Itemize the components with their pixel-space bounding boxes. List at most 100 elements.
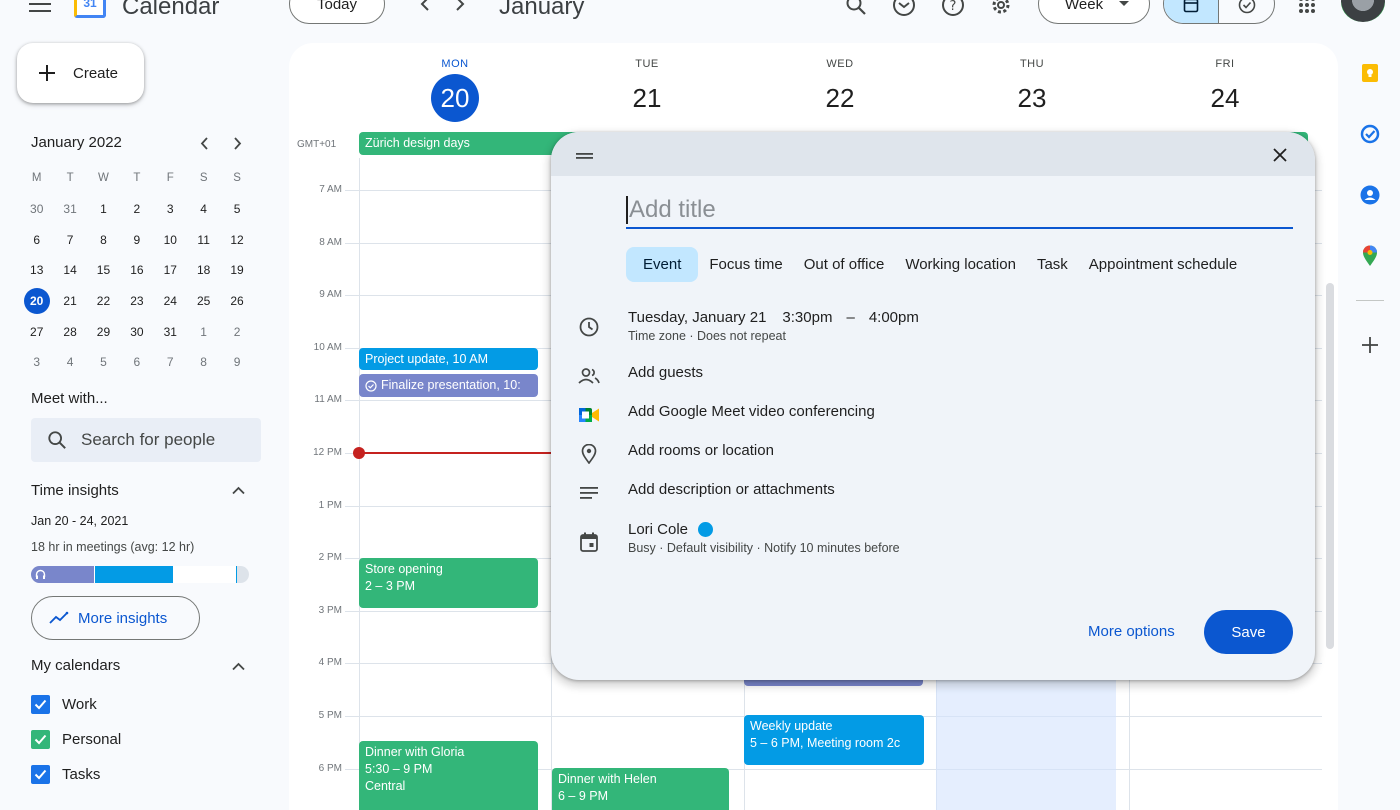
main-menu-icon[interactable] xyxy=(28,0,52,16)
my-calendars-collapse-chevron-icon[interactable] xyxy=(229,657,247,675)
mini-cal-day[interactable]: 13 xyxy=(20,263,53,277)
save-button[interactable]: Save xyxy=(1204,610,1293,654)
mini-cal-day[interactable]: 3 xyxy=(20,355,53,369)
add-meet-row[interactable]: Add Google Meet video conferencing xyxy=(577,403,875,427)
drag-handle-icon[interactable] xyxy=(576,152,593,160)
mini-cal-day[interactable]: 26 xyxy=(220,294,253,308)
event-project-update[interactable]: Project update, 10 AM xyxy=(359,348,538,370)
mini-cal-day[interactable]: 27 xyxy=(20,325,53,339)
mini-cal-day[interactable]: 28 xyxy=(53,325,86,339)
mini-cal-day[interactable]: 16 xyxy=(120,263,153,277)
apps-grid-icon[interactable] xyxy=(1296,0,1318,16)
mini-cal-day[interactable]: 10 xyxy=(154,233,187,247)
calendar-checkbox[interactable] xyxy=(31,695,50,714)
event-title-input[interactable]: Add title xyxy=(626,192,1293,229)
search-people-input[interactable]: Search for people xyxy=(31,418,261,462)
event-type-tab[interactable]: Focus time xyxy=(699,247,792,282)
mini-cal-day[interactable]: 11 xyxy=(187,233,220,247)
event-dinner-gloria[interactable]: Dinner with Gloria 5:30 – 9 PM Central xyxy=(359,741,538,810)
event-type-tab[interactable]: Event xyxy=(626,247,699,282)
close-icon[interactable] xyxy=(1273,148,1289,164)
mini-cal-day[interactable]: 9 xyxy=(120,233,153,247)
calendar-checkbox[interactable] xyxy=(31,765,50,784)
mini-cal-day[interactable]: 3 xyxy=(154,202,187,216)
calendar-view-button[interactable] xyxy=(1164,0,1220,23)
event-start-time[interactable]: 3:30pm xyxy=(782,309,832,326)
mini-cal-day[interactable]: 1 xyxy=(187,325,220,339)
time-insights-collapse-chevron-icon[interactable] xyxy=(229,481,247,499)
mini-cal-day[interactable]: 30 xyxy=(120,325,153,339)
mini-cal-day[interactable]: 17 xyxy=(154,263,187,277)
mini-cal-day[interactable]: 15 xyxy=(87,263,120,277)
mini-cal-day[interactable]: 31 xyxy=(154,325,187,339)
mini-cal-prev-chevron-icon[interactable] xyxy=(195,134,213,152)
create-button[interactable]: Create xyxy=(17,43,144,103)
day-number[interactable]: 23 xyxy=(1008,74,1056,122)
day-header[interactable]: MON 20 xyxy=(359,43,551,122)
mini-cal-day[interactable]: 21 xyxy=(53,294,86,308)
mini-cal-day[interactable]: 2 xyxy=(120,202,153,216)
mini-cal-day[interactable]: 30 xyxy=(20,202,53,216)
add-addon-plus-icon[interactable] xyxy=(1358,333,1382,357)
mini-cal-day[interactable]: 19 xyxy=(220,263,253,277)
today-button[interactable]: Today xyxy=(289,0,385,24)
mini-cal-day[interactable]: 31 xyxy=(53,202,86,216)
mini-cal-day[interactable]: 4 xyxy=(187,202,220,216)
mini-cal-day[interactable]: 1 xyxy=(87,202,120,216)
mini-cal-day[interactable]: 8 xyxy=(187,355,220,369)
view-select[interactable]: Week xyxy=(1038,0,1150,24)
settings-gear-icon[interactable] xyxy=(988,0,1014,18)
day-header[interactable]: WED 22 xyxy=(744,43,936,122)
mini-cal-day[interactable]: 22 xyxy=(87,294,120,308)
day-header[interactable]: TUE 21 xyxy=(551,43,743,122)
time-zone-repeat[interactable]: Time zone · Does not repeat xyxy=(628,329,919,343)
mini-cal-day[interactable]: 25 xyxy=(187,294,220,308)
mini-cal-day[interactable]: 14 xyxy=(53,263,86,277)
mini-cal-day[interactable]: 12 xyxy=(220,233,253,247)
mini-cal-selected-day[interactable]: 20 xyxy=(20,288,53,315)
event-type-tab[interactable]: Working location xyxy=(895,247,1026,282)
mini-cal-day[interactable]: 2 xyxy=(220,325,253,339)
add-description-row[interactable]: Add description or attachments xyxy=(577,481,835,505)
day-header[interactable]: THU 23 xyxy=(936,43,1128,122)
event-finalize-presentation[interactable]: Finalize presentation, 10: xyxy=(359,374,538,397)
day-number[interactable]: 22 xyxy=(816,74,864,122)
mini-cal-day[interactable]: 7 xyxy=(53,233,86,247)
mini-cal-day[interactable]: 4 xyxy=(53,355,86,369)
mini-cal-day[interactable]: 6 xyxy=(120,355,153,369)
mini-cal-next-chevron-icon[interactable] xyxy=(228,134,246,152)
event-date[interactable]: Tuesday, January 21 xyxy=(628,309,766,326)
maps-icon[interactable] xyxy=(1358,244,1382,268)
more-insights-button[interactable]: More insights xyxy=(31,596,200,640)
keep-icon[interactable] xyxy=(1358,61,1382,85)
dialog-drag-bar[interactable] xyxy=(551,132,1315,176)
calendar-item[interactable]: Tasks xyxy=(31,765,100,784)
datetime-row[interactable]: Tuesday, January 21 3:30pm – 4:00pm Time… xyxy=(577,309,919,343)
more-options-button[interactable]: More options xyxy=(1088,623,1175,640)
event-type-tab[interactable]: Out of office xyxy=(794,247,895,282)
mini-cal-day[interactable]: 18 xyxy=(187,263,220,277)
search-icon[interactable] xyxy=(843,0,869,18)
calendar-item[interactable]: Work xyxy=(31,695,97,714)
calendar-checkbox[interactable] xyxy=(31,730,50,749)
mini-cal-day[interactable]: 23 xyxy=(120,294,153,308)
help-icon[interactable]: ? xyxy=(940,0,966,18)
add-guests-row[interactable]: Add guests xyxy=(577,364,703,388)
calendar-owner-row[interactable]: Lori Cole Busy · Default visibility · No… xyxy=(577,521,900,555)
event-end-time[interactable]: 4:00pm xyxy=(869,309,919,326)
event-dinner-helen[interactable]: Dinner with Helen 6 – 9 PM xyxy=(552,768,729,810)
mini-cal-day[interactable]: 29 xyxy=(87,325,120,339)
tasks-view-button[interactable] xyxy=(1219,0,1274,23)
calendar-item[interactable]: Personal xyxy=(31,730,121,749)
mini-cal-day[interactable]: 24 xyxy=(154,294,187,308)
day-number[interactable]: 21 xyxy=(623,74,671,122)
event-store-opening[interactable]: Store opening 2 – 3 PM xyxy=(359,558,538,608)
event-type-tab[interactable]: Task xyxy=(1027,247,1078,282)
next-week-chevron-icon[interactable] xyxy=(450,0,470,14)
grid-scrollbar[interactable] xyxy=(1326,283,1334,649)
mini-cal-day[interactable]: 6 xyxy=(20,233,53,247)
event-type-tab[interactable]: Appointment schedule xyxy=(1079,247,1247,282)
contacts-icon[interactable] xyxy=(1358,183,1382,207)
tasks-icon[interactable] xyxy=(1358,122,1382,146)
avatar[interactable] xyxy=(1341,0,1385,22)
